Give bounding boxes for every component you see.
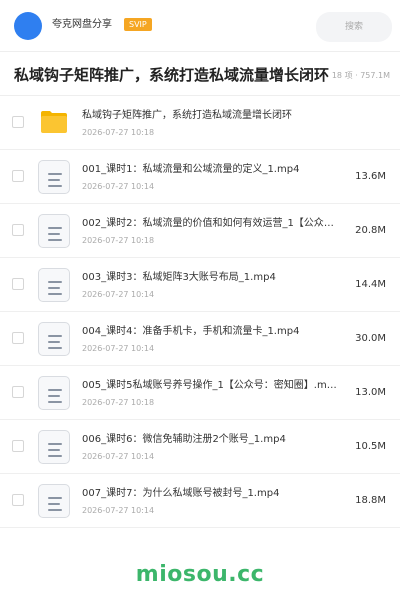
file-date: 2026-07-27 10:14 <box>82 452 155 461</box>
file-date: 2026-07-27 10:18 <box>82 236 155 245</box>
file-name: 004_课时4：准备手机卡，手机和流量卡_1.mp4 <box>82 326 300 337</box>
file-size: 13.6M <box>355 171 386 182</box>
file-date: 2026-07-27 10:14 <box>82 290 155 299</box>
app-header: 夸克网盘分享 SVIP <box>0 0 400 52</box>
file-row[interactable]: 003_课时3：私域矩阵3大账号布局_1.mp4 2026-07-27 10:14… <box>0 258 400 312</box>
file-size: 14.4M <box>355 279 386 290</box>
row-checkbox[interactable] <box>12 278 24 290</box>
file-row[interactable]: 006_课时6：微信免辅助注册2个账号_1.mp4 2026-07-27 10:1… <box>0 420 400 474</box>
document-icon <box>38 430 70 464</box>
search-input[interactable] <box>316 12 392 42</box>
folder-icon <box>41 111 67 133</box>
file-name: 005_课时5私域账号养号操作_1【公众号：密知圈】.mp4 <box>82 380 337 391</box>
document-icon <box>38 376 70 410</box>
row-checkbox[interactable] <box>12 386 24 398</box>
document-icon <box>38 160 70 194</box>
file-size: 30.0M <box>355 333 386 344</box>
file-date: 2026-07-27 10:18 <box>82 398 155 407</box>
title-bar: 私域钩子矩阵推广，系统打造私域流量增长闭环 18 项 · 757.1M <box>0 52 400 96</box>
file-name: 003_课时3：私域矩阵3大账号布局_1.mp4 <box>82 272 276 283</box>
file-name: 私域钩子矩阵推广，系统打造私域流量增长闭环 <box>82 110 292 121</box>
document-icon <box>38 484 70 518</box>
file-name: 001_课时1：私域流量和公域流量的定义_1.mp4 <box>82 164 300 175</box>
share-name: 夸克网盘分享 <box>52 19 112 30</box>
document-icon <box>38 322 70 356</box>
document-icon <box>38 268 70 302</box>
row-checkbox[interactable] <box>12 332 24 344</box>
file-name: 002_课时2：私域流量的价值和如何有效运营_1【公众号：密知圈】.mp4 <box>82 218 337 229</box>
avatar[interactable] <box>14 12 42 40</box>
folder-row[interactable]: 私域钩子矩阵推广，系统打造私域流量增长闭环 2026-07-27 10:18 <box>0 96 400 150</box>
file-date: 2026-07-27 10:18 <box>82 128 155 137</box>
file-row[interactable]: 002_课时2：私域流量的价值和如何有效运营_1【公众号：密知圈】.mp4 202… <box>0 204 400 258</box>
file-size: 18.8M <box>355 495 386 506</box>
row-checkbox[interactable] <box>12 494 24 506</box>
file-name: 007_课时7：为什么私域账号被封号_1.mp4 <box>82 488 280 499</box>
folder-meta: 18 项 · 757.1M <box>328 70 390 82</box>
file-size: 10.5M <box>355 441 386 452</box>
row-checkbox[interactable] <box>12 170 24 182</box>
file-date: 2026-07-27 10:14 <box>82 506 155 515</box>
svip-badge: SVIP <box>124 18 152 31</box>
file-row[interactable]: 005_课时5私域账号养号操作_1【公众号：密知圈】.mp4 2026-07-27… <box>0 366 400 420</box>
file-row[interactable]: 007_课时7：为什么私域账号被封号_1.mp4 2026-07-27 10:14… <box>0 474 400 528</box>
file-row[interactable]: 004_课时4：准备手机卡，手机和流量卡_1.mp4 2026-07-27 10:… <box>0 312 400 366</box>
watermark: miosou.cc <box>135 562 265 587</box>
file-date: 2026-07-27 10:14 <box>82 344 155 353</box>
file-name: 006_课时6：微信免辅助注册2个账号_1.mp4 <box>82 434 286 445</box>
row-checkbox[interactable] <box>12 116 24 128</box>
row-checkbox[interactable] <box>12 224 24 236</box>
row-checkbox[interactable] <box>12 440 24 452</box>
page-title: 私域钩子矩阵推广，系统打造私域流量增长闭环 <box>14 66 330 84</box>
file-size: 20.8M <box>355 225 386 236</box>
document-icon <box>38 214 70 248</box>
file-row[interactable]: 001_课时1：私域流量和公域流量的定义_1.mp4 2026-07-27 10:… <box>0 150 400 204</box>
file-date: 2026-07-27 10:14 <box>82 182 155 191</box>
file-size: 13.0M <box>355 387 386 398</box>
file-list: 私域钩子矩阵推广，系统打造私域流量增长闭环 2026-07-27 10:18 001… <box>0 96 400 528</box>
